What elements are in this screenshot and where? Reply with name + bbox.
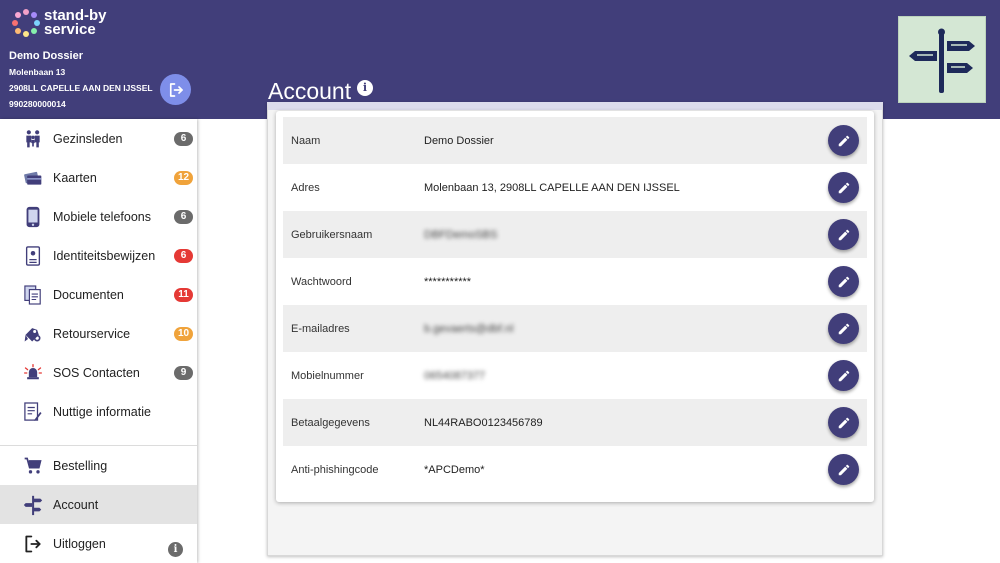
count-badge: 6	[174, 248, 193, 263]
logout-icon	[22, 533, 44, 555]
field-value: Demo Dossier	[424, 134, 494, 147]
account-row: Naam Demo Dossier	[283, 117, 867, 164]
edit-button[interactable]	[828, 266, 859, 297]
dossier-city: 2908LL CAPELLE AAN DEN IJSSEL	[9, 83, 153, 93]
sidebar-info-icon[interactable]: i	[168, 542, 183, 557]
documents-icon	[22, 284, 44, 306]
sidebar-item-label: Bestelling	[53, 458, 108, 473]
edit-button[interactable]	[828, 125, 859, 156]
sidebar: Gezinsleden 6 Kaarten 12 Mobiele telefoo…	[0, 119, 197, 563]
sidebar-item-sos-contacten[interactable]: SOS Contacten 9	[0, 353, 197, 392]
field-value: 0654087377	[424, 369, 486, 382]
pencil-icon	[838, 323, 849, 334]
sidebar-item-mobiele-telefoons[interactable]: Mobiele telefoons 6	[0, 197, 197, 236]
edit-button[interactable]	[828, 407, 859, 438]
keys-icon	[22, 323, 44, 345]
count-badge: 6	[174, 131, 193, 146]
field-label: Adres	[291, 181, 320, 194]
account-row: Adres Molenbaan 13, 2908LL CAPELLE AAN DE…	[283, 164, 867, 211]
field-value: NL44RABO0123456789	[424, 416, 543, 429]
edit-button[interactable]	[828, 454, 859, 485]
field-value: b.gevaerts@dbf.nl	[424, 322, 514, 335]
phone-icon	[22, 206, 44, 228]
field-label: E-mailadres	[291, 322, 350, 335]
count-badge: 9	[174, 365, 193, 380]
pencil-icon	[838, 182, 849, 193]
field-label: Naam	[291, 134, 321, 147]
field-value: Molenbaan 13, 2908LL CAPELLE AAN DEN IJS…	[424, 181, 680, 194]
field-label: Anti-phishingcode	[291, 463, 379, 476]
pencil-icon	[838, 276, 849, 287]
sidebar-item-nuttige-informatie[interactable]: Nuttige informatie	[0, 392, 197, 431]
field-value: DBFDemoSBS	[424, 228, 498, 241]
account-row: Gebruikersnaam DBFDemoSBS	[283, 211, 867, 258]
sidebar-item-label: Uitloggen	[53, 536, 106, 551]
field-label: Mobielnummer	[291, 369, 364, 382]
brand-line-2: service	[44, 21, 96, 38]
info-document-icon	[22, 401, 44, 423]
header-logout-button[interactable]	[160, 74, 191, 105]
pencil-icon	[838, 135, 849, 146]
id-card-icon	[22, 245, 44, 267]
account-row: Wachtwoord ***********	[283, 258, 867, 305]
pencil-icon	[838, 417, 849, 428]
edit-button[interactable]	[828, 313, 859, 344]
field-value: *APCDemo*	[424, 463, 485, 476]
sidebar-item-label: Gezinsleden	[53, 131, 123, 146]
sidebar-item-kaarten[interactable]: Kaarten 12	[0, 158, 197, 197]
edit-button[interactable]	[828, 219, 859, 250]
signpost-illustration	[898, 16, 986, 103]
sidebar-item-label: Retourservice	[53, 326, 131, 341]
sidebar-item-label: Identiteitsbewijzen	[53, 248, 156, 263]
signpost-icon	[22, 494, 44, 516]
dossier-name: Demo Dossier	[9, 50, 83, 62]
count-badge: 6	[174, 209, 193, 224]
account-row: Mobielnummer 0654087377	[283, 352, 867, 399]
page-title: Account	[268, 78, 352, 104]
dossier-street: Molenbaan 13	[9, 67, 66, 77]
pencil-icon	[838, 464, 849, 475]
account-row: Betaalgegevens NL44RABO0123456789	[283, 399, 867, 446]
dossier-info: Demo Dossier Molenbaan 13 2908LL CAPELLE…	[9, 50, 153, 115]
sidebar-item-uitloggen[interactable]: Uitloggen	[0, 524, 197, 563]
sidebar-item-label: Kaarten	[53, 170, 97, 185]
dossier-number: 990280000014	[9, 99, 66, 109]
brand-logo: stand-by service	[12, 8, 107, 38]
sidebar-item-documenten[interactable]: Documenten 11	[0, 275, 197, 314]
logout-icon	[169, 82, 183, 97]
field-value: ***********	[424, 275, 472, 288]
sidebar-item-retourservice[interactable]: Retourservice 10	[0, 314, 197, 353]
account-row: Anti-phishingcode *APCDemo*	[283, 446, 867, 493]
pencil-icon	[838, 229, 849, 240]
sidebar-item-label: Mobiele telefoons	[53, 209, 151, 224]
page-info-icon[interactable]: i	[357, 80, 373, 96]
count-badge: 11	[174, 287, 193, 302]
account-row: E-mailadres b.gevaerts@dbf.nl	[283, 305, 867, 352]
field-label: Gebruikersnaam	[291, 228, 373, 241]
sidebar-item-label: Nuttige informatie	[53, 404, 151, 419]
cards-icon	[22, 167, 44, 189]
count-badge: 12	[174, 170, 193, 185]
brand-logo-icon	[12, 9, 40, 37]
cart-icon	[22, 455, 44, 477]
edit-button[interactable]	[828, 360, 859, 391]
sidebar-item-bestelling[interactable]: Bestelling	[0, 446, 197, 485]
family-icon	[22, 128, 44, 150]
sidebar-item-label: Account	[53, 497, 99, 512]
sidebar-item-gezinsleden[interactable]: Gezinsleden 6	[0, 119, 197, 158]
count-badge: 10	[174, 326, 193, 341]
signpost-icon	[909, 28, 975, 93]
sidebar-item-label: SOS Contacten	[53, 365, 140, 380]
field-label: Wachtwoord	[291, 275, 352, 288]
sidebar-item-identiteitsbewijzen[interactable]: Identiteitsbewijzen 6	[0, 236, 197, 275]
sidebar-item-account[interactable]: Account	[0, 485, 197, 524]
pencil-icon	[838, 370, 849, 381]
sidebar-item-label: Documenten	[53, 287, 124, 302]
field-label: Betaalgegevens	[291, 416, 370, 429]
alarm-bell-icon	[22, 362, 44, 384]
edit-button[interactable]	[828, 172, 859, 203]
